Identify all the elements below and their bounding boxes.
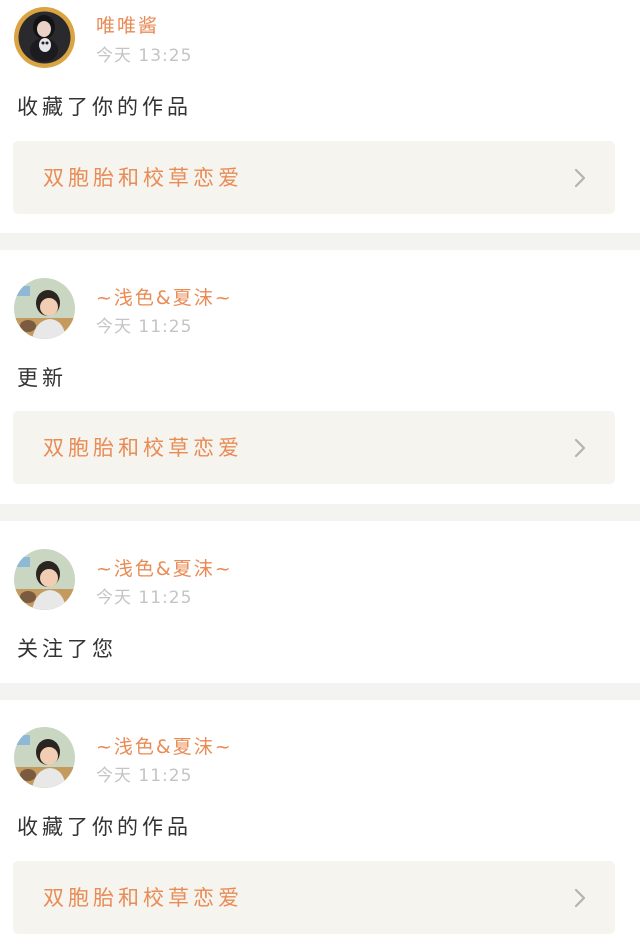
action-text: 收藏了你的作品 [17,95,192,119]
action-text: 收藏了你的作品 [17,815,192,839]
timestamp: 今天 11:25 [96,766,193,786]
username[interactable]: 唯唯酱 [96,15,159,37]
work-link[interactable]: 双胞胎和校草恋爱 [13,861,615,934]
username[interactable]: ~浅色&夏沫~ [96,558,233,580]
notification-item: ~浅色&夏沫~ 今天 11:25 关注了您 [0,521,640,683]
user-avatar[interactable] [14,549,75,610]
username[interactable]: ~浅色&夏沫~ [96,736,233,758]
user-avatar[interactable] [14,7,75,68]
notification-item: ~浅色&夏沫~ 今天 11:25 收藏了你的作品 双胞胎和校草恋爱 [0,700,640,934]
notification-item: ~浅色&夏沫~ 今天 11:25 更新 双胞胎和校草恋爱 [0,250,640,504]
work-title: 双胞胎和校草恋爱 [43,886,243,910]
username[interactable]: ~浅色&夏沫~ [96,287,233,309]
work-link[interactable]: 双胞胎和校草恋爱 [13,141,615,214]
user-avatar[interactable] [14,727,75,788]
user-avatar[interactable] [14,278,75,339]
notification-feed: 唯唯酱 今天 13:25 收藏了你的作品 双胞胎和校草恋爱 ~浅色&夏沫~ 今天… [0,0,640,934]
timestamp: 今天 11:25 [96,317,193,337]
item-separator [0,233,640,250]
work-title: 双胞胎和校草恋爱 [43,166,243,190]
item-separator [0,504,640,521]
item-separator [0,683,640,700]
work-link[interactable]: 双胞胎和校草恋爱 [13,411,615,484]
chevron-right-icon [573,167,587,189]
work-title: 双胞胎和校草恋爱 [43,436,243,460]
timestamp: 今天 11:25 [96,588,193,608]
action-text: 关注了您 [17,637,117,661]
action-text: 更新 [17,366,67,390]
chevron-right-icon [573,437,587,459]
timestamp: 今天 13:25 [96,46,193,66]
chevron-right-icon [573,887,587,909]
notification-item: 唯唯酱 今天 13:25 收藏了你的作品 双胞胎和校草恋爱 [0,0,640,233]
